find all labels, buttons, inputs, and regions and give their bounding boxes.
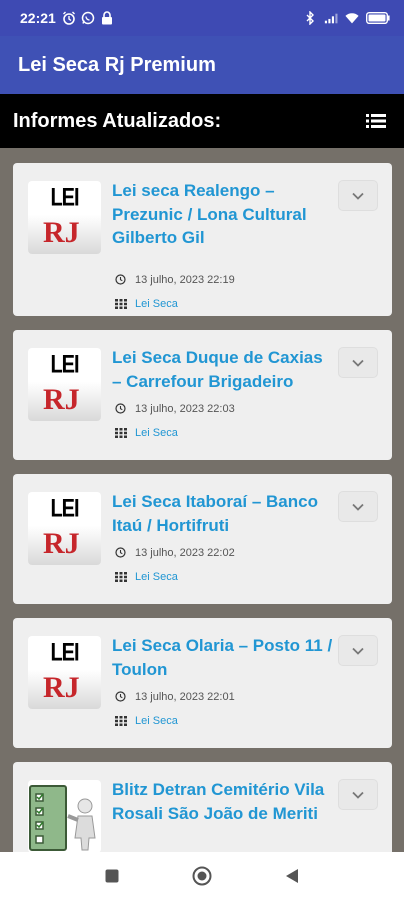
- expand-button[interactable]: [338, 491, 378, 522]
- post-date-text: 13 julho, 2023 22:02: [135, 546, 235, 559]
- chevron-down-icon: [352, 503, 364, 511]
- grid-icon: [114, 426, 127, 439]
- status-time: 22:21: [20, 10, 56, 26]
- post-date: 13 julho, 2023 22:01: [114, 690, 235, 703]
- post-title[interactable]: Blitz Detran Cemitério Vila Rosali São J…: [112, 778, 334, 825]
- alarm-icon: [62, 11, 76, 25]
- whatsapp-icon: [81, 11, 95, 25]
- expand-button[interactable]: [338, 347, 378, 378]
- wifi-icon: [345, 11, 359, 25]
- post-date-text: 13 julho, 2023 22:03: [135, 402, 235, 415]
- system-nav-bar: [0, 852, 404, 900]
- post-date: 13 julho, 2023 22:19: [114, 273, 235, 286]
- post-thumbnail[interactable]: LEI SECA RJ: [28, 492, 101, 565]
- app-title: Lei Seca Rj Premium: [18, 53, 216, 76]
- post-thumbnail[interactable]: LEI SECA RJ: [28, 348, 101, 421]
- post-date-text: 13 julho, 2023 22:19: [135, 273, 235, 286]
- checklist-figure-image: [29, 785, 96, 851]
- lei-seca-rj-logo: LEI SECA RJ: [28, 348, 101, 421]
- post-card[interactable]: LEI SECA RJ Lei Seca Duque de Caxias – C…: [13, 330, 392, 460]
- post-thumbnail[interactable]: LEI SECA RJ: [28, 636, 101, 709]
- post-category: Lei Seca: [114, 570, 178, 583]
- section-header: Informes Atualizados:: [0, 94, 404, 148]
- lei-seca-rj-logo: LEI SECA RJ: [28, 492, 101, 565]
- grid-icon: [114, 297, 127, 310]
- lei-seca-rj-logo: LEI SECA RJ: [28, 636, 101, 709]
- expand-button[interactable]: [338, 635, 378, 666]
- signal-icon: [324, 11, 338, 25]
- post-category-link[interactable]: Lei Seca: [135, 298, 178, 310]
- back-triangle-icon[interactable]: [280, 864, 304, 888]
- app-bar: Lei Seca Rj Premium: [0, 36, 404, 94]
- clock-icon: [114, 690, 127, 703]
- grid-icon: [114, 570, 127, 583]
- bluetooth-icon: [303, 11, 317, 25]
- post-card[interactable]: LEI SECA RJ Lei Seca Itaboraí – Banco It…: [13, 474, 392, 604]
- post-category-link[interactable]: Lei Seca: [135, 715, 178, 727]
- chevron-down-icon: [352, 647, 364, 655]
- clock-icon: [114, 546, 127, 559]
- recents-square-icon[interactable]: [100, 864, 124, 888]
- clock-icon: [114, 402, 127, 415]
- chevron-down-icon: [352, 192, 364, 200]
- post-date: 13 julho, 2023 22:02: [114, 546, 235, 559]
- post-category-link[interactable]: Lei Seca: [135, 427, 178, 439]
- grid-icon: [114, 714, 127, 727]
- post-title[interactable]: Lei Seca Duque de Caxias – Carrefour Bri…: [112, 346, 334, 393]
- expand-button[interactable]: [338, 180, 378, 211]
- post-title[interactable]: Lei Seca Itaboraí – Banco Itaú / Hortifr…: [112, 490, 334, 537]
- post-category: Lei Seca: [114, 297, 178, 310]
- section-title: Informes Atualizados:: [13, 109, 222, 132]
- post-card[interactable]: Blitz Detran Cemitério Vila Rosali São J…: [13, 762, 392, 852]
- post-title[interactable]: Lei Seca Olaria – Posto 11 / Toulon: [112, 634, 334, 681]
- status-bar: 22:21: [0, 0, 404, 36]
- post-date: 13 julho, 2023 22:03: [114, 402, 235, 415]
- chevron-down-icon: [352, 359, 364, 367]
- posts-feed[interactable]: LEI SECA RJ Lei seca Realengo – Prezunic…: [0, 148, 404, 852]
- post-category: Lei Seca: [114, 426, 178, 439]
- post-card[interactable]: LEI SECA RJ Lei Seca Olaria – Posto 11 /…: [13, 618, 392, 748]
- list-view-icon[interactable]: [364, 109, 388, 133]
- post-category: Lei Seca: [114, 714, 178, 727]
- post-date-text: 13 julho, 2023 22:01: [135, 690, 235, 703]
- expand-button[interactable]: [338, 779, 378, 810]
- chevron-down-icon: [352, 791, 364, 799]
- post-title[interactable]: Lei seca Realengo – Prezunic / Lona Cult…: [112, 179, 334, 250]
- post-thumbnail[interactable]: LEI SECA RJ: [28, 181, 101, 254]
- lei-seca-rj-logo: LEI SECA RJ: [28, 181, 101, 254]
- post-thumbnail[interactable]: [28, 780, 101, 852]
- post-card[interactable]: LEI SECA RJ Lei seca Realengo – Prezunic…: [13, 163, 392, 316]
- post-category-link[interactable]: Lei Seca: [135, 571, 178, 583]
- battery-icon: [366, 11, 390, 25]
- home-circle-icon[interactable]: [190, 864, 214, 888]
- lock-icon: [100, 11, 114, 25]
- clock-icon: [114, 273, 127, 286]
